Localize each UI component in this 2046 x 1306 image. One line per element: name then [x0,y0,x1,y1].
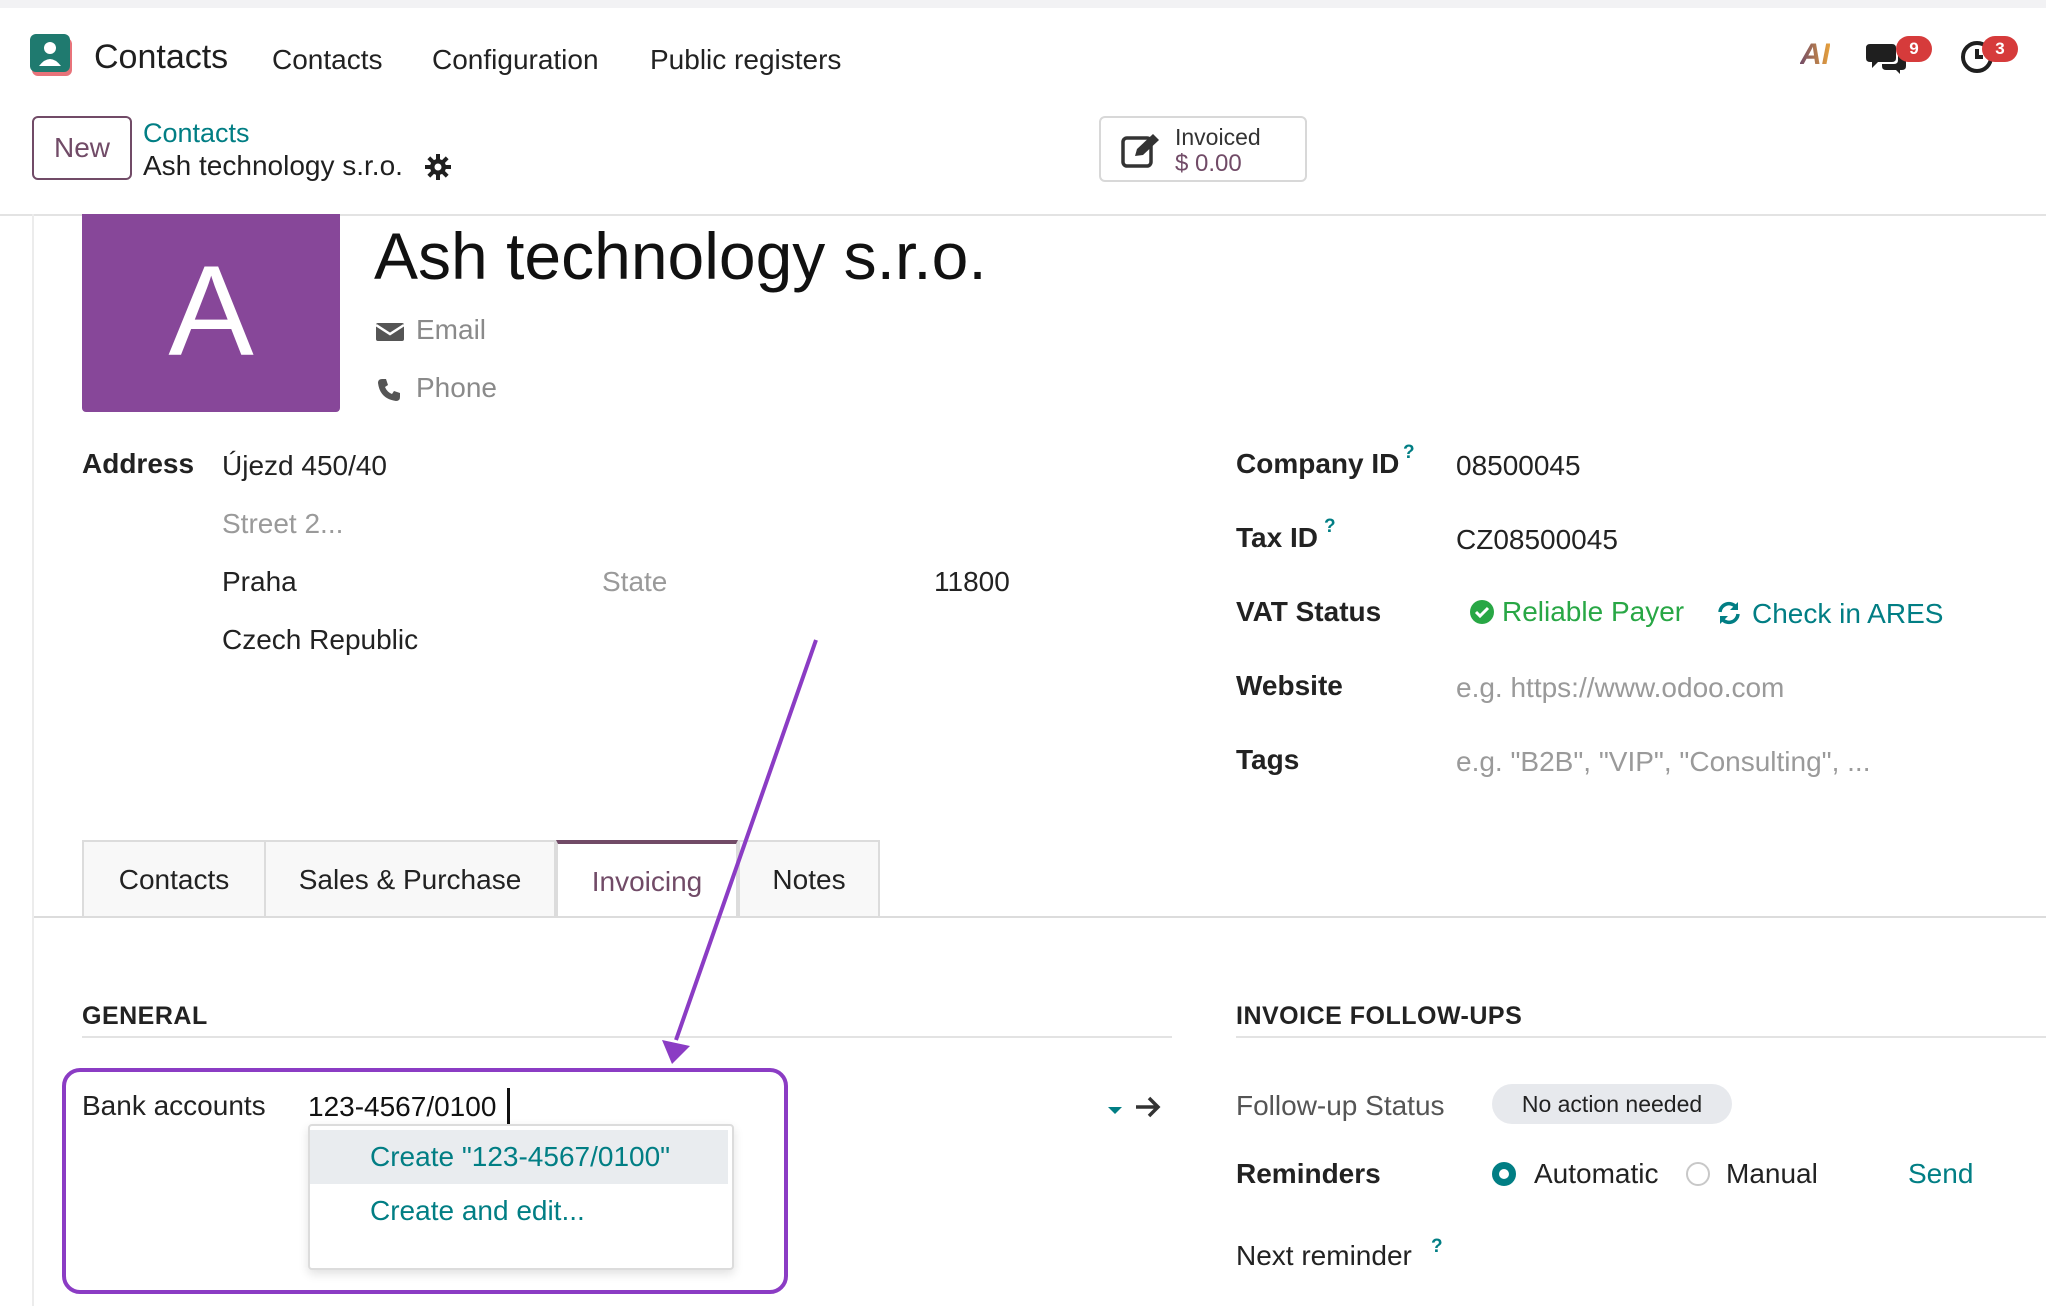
activities-badge: 3 [1982,36,2018,62]
company-id-field[interactable]: 08500045 [1456,450,1581,482]
address-label: Address [82,448,195,479]
street-field[interactable]: Újezd 450/40 [222,450,387,482]
check-ares-label: Check in ARES [1752,598,1944,629]
followups-section-title: INVOICE FOLLOW-UPS [1236,1002,1523,1030]
phone-icon [378,378,400,401]
reminders-label: Reminders [1236,1158,1381,1189]
followup-status-label: Follow-up Status [1236,1090,1445,1121]
partner-name-field[interactable]: Ash technology s.r.o. [374,218,987,294]
control-panel: New Contacts Ash technology s.r.o. Invoi… [0,110,2046,216]
annotation-highlight-box [62,1068,788,1294]
menu-configuration[interactable]: Configuration [432,44,599,76]
tab-sales-purchase[interactable]: Sales & Purchase [264,840,556,918]
breadcrumb-current: Ash technology s.r.o. [143,150,403,181]
general-section-title: GENERAL [82,1002,208,1030]
invoiced-stat-button[interactable]: Invoiced $ 0.00 [1099,116,1307,182]
followups-section-rule [1236,1036,2046,1038]
manual-radio[interactable] [1686,1162,1710,1186]
vat-status-value: Reliable Payer [1470,596,1684,628]
caret-down-icon[interactable] [1106,1104,1124,1116]
company-id-help-icon[interactable]: ? [1403,442,1415,464]
automatic-radio-label[interactable]: Automatic [1534,1158,1659,1190]
phone-field[interactable]: Phone [376,372,497,404]
state-field[interactable]: State [602,566,667,598]
top-navbar: Contacts Contacts Configuration Public r… [0,0,2046,110]
arrow-right-icon[interactable] [1134,1094,1162,1120]
tabs-underline [34,916,2046,918]
website-field[interactable]: e.g. https://www.odoo.com [1456,672,1784,704]
stat-label: Invoiced [1175,124,1261,150]
contacts-app-icon[interactable] [30,34,74,78]
vat-status-label: VAT Status [1236,596,1382,627]
email-field[interactable]: Email [375,314,487,346]
tab-contacts[interactable]: Contacts [82,840,266,918]
followup-status-badge: No action needed [1492,1084,1732,1124]
send-button[interactable]: Send [1908,1158,1973,1190]
tax-id-help-icon[interactable]: ? [1324,516,1336,538]
stat-value: $ 0.00 [1175,150,1242,177]
ai-label: AI [1800,38,1830,71]
menu-public-registers[interactable]: Public registers [650,44,841,76]
tax-id-field[interactable]: CZ08500045 [1456,524,1618,556]
app-name[interactable]: Contacts [94,38,228,77]
refresh-icon [1718,601,1740,625]
manual-radio-label[interactable]: Manual [1726,1158,1818,1190]
automatic-radio[interactable] [1492,1162,1516,1186]
partner-avatar[interactable]: A [82,214,340,412]
ai-icon[interactable]: AI [1800,38,1830,72]
sheet-left-border [32,214,34,1306]
website-label: Website [1236,670,1343,701]
general-section-rule [82,1036,1172,1038]
breadcrumb-parent[interactable]: Contacts [143,118,250,149]
tab-notes[interactable]: Notes [738,840,880,918]
check-ares-button[interactable]: Check in ARES [1716,598,1943,630]
envelope-icon [375,322,405,341]
check-circle-icon [1470,600,1494,624]
tab-invoicing[interactable]: Invoicing [556,840,738,918]
zip-field[interactable]: 11800 [934,566,1010,598]
annotation-arrowhead [662,1040,690,1064]
menu-contacts[interactable]: Contacts [272,44,383,76]
activities-icon[interactable]: 3 [1960,36,2018,79]
pencil-square-icon [1121,134,1159,168]
vat-status-text: Reliable Payer [1502,596,1685,627]
messages-badge: 9 [1896,36,1932,62]
email-placeholder: Email [416,314,487,345]
street2-field[interactable]: Street 2... [222,508,343,540]
tags-field[interactable]: e.g. "B2B", "VIP", "Consulting", ... [1456,746,1871,778]
gear-icon[interactable] [425,154,451,180]
country-field[interactable]: Czech Republic [222,624,418,656]
messages-icon[interactable]: 9 [1866,36,1932,81]
tags-label: Tags [1236,744,1300,775]
city-field[interactable]: Praha [222,566,297,598]
new-button[interactable]: New [32,116,132,180]
next-reminder-help-icon[interactable]: ? [1431,1236,1443,1258]
tax-id-label: Tax ID [1236,522,1318,553]
next-reminder-label: Next reminder [1236,1240,1412,1271]
company-id-label: Company ID [1236,448,1400,479]
phone-placeholder: Phone [416,372,497,403]
